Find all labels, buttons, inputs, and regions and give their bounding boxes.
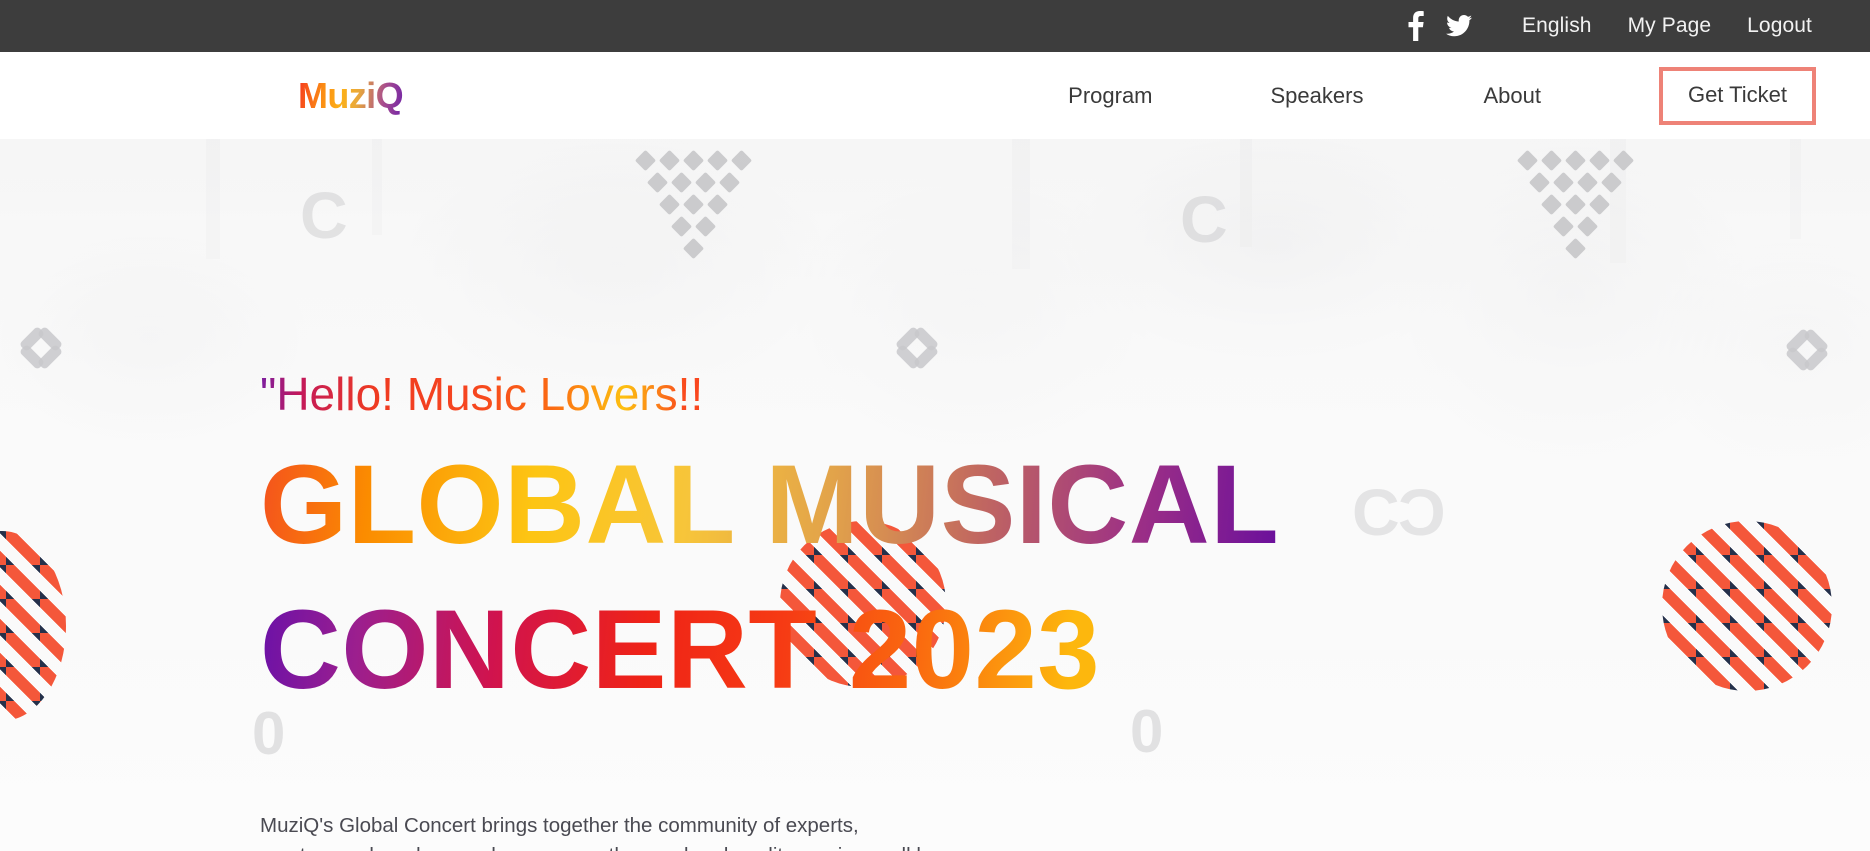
- ghost-letter-c: C: [1180, 182, 1228, 256]
- hero-paragraph: MuziQ's Global Concert brings together t…: [260, 811, 1056, 851]
- ghost-zero: 0: [1130, 698, 1164, 765]
- facebook-icon[interactable]: [1398, 11, 1432, 41]
- nav-program[interactable]: Program: [1068, 83, 1152, 109]
- hero-headline-line2: CONCERT 2023: [260, 587, 1101, 712]
- cross-decoration: [886, 317, 948, 379]
- site-header: MuziQ Program Speakers About Get Ticket: [0, 52, 1870, 139]
- hero-paragraph-line: creators and producers who compose the g…: [260, 841, 1056, 851]
- language-link[interactable]: English: [1522, 14, 1592, 38]
- site-logo[interactable]: MuziQ: [298, 75, 404, 117]
- diamond-cluster: [1516, 149, 1650, 260]
- cross-decoration: [10, 317, 72, 379]
- halftone-circle: [1662, 521, 1832, 691]
- hero-section: C C C C 0 0 "Hello! Music Lovers!! GLOBA…: [0, 139, 1870, 851]
- diamond-cluster: [634, 149, 768, 260]
- main-navigation: Program Speakers About Get Ticket: [1068, 66, 1816, 125]
- ghost-letter-c: C: [300, 178, 348, 252]
- hero-tagline: "Hello! Music Lovers!!: [260, 368, 704, 420]
- twitter-icon[interactable]: [1442, 11, 1476, 41]
- nav-speakers[interactable]: Speakers: [1271, 83, 1364, 109]
- ghost-letter-c: C: [1352, 475, 1400, 549]
- cross-decoration: [1776, 319, 1838, 381]
- ghost-letter-c: C: [1398, 475, 1446, 549]
- my-page-link[interactable]: My Page: [1628, 14, 1712, 38]
- hero-headline-line1: GLOBAL MUSICAL: [260, 442, 1280, 567]
- top-utility-bar: English My Page Logout: [0, 0, 1870, 52]
- hero-paragraph-line: MuziQ's Global Concert brings together t…: [260, 814, 859, 837]
- nav-about[interactable]: About: [1483, 83, 1541, 109]
- logout-link[interactable]: Logout: [1747, 14, 1812, 38]
- get-ticket-button[interactable]: Get Ticket: [1658, 66, 1816, 125]
- top-utility-items: English My Page Logout: [1398, 11, 1812, 41]
